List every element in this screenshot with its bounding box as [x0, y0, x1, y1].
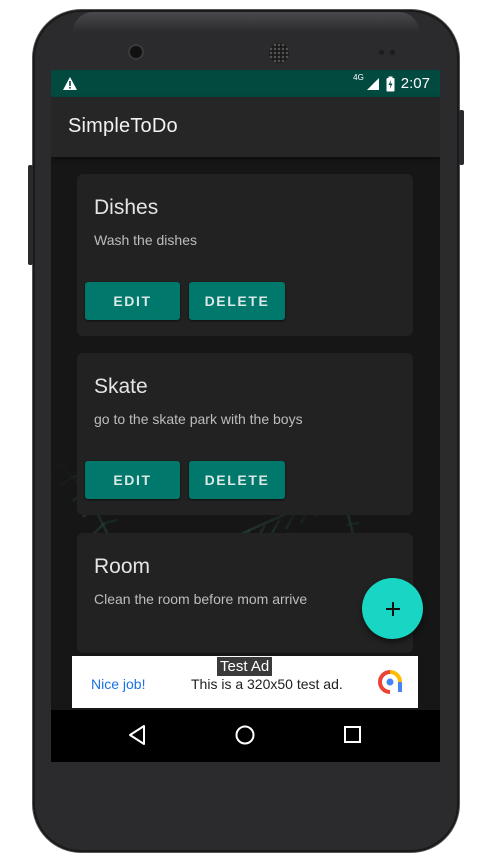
task-card: Skate go to the skate park with the boys…	[77, 353, 413, 515]
warning-icon	[63, 77, 77, 90]
earpiece-speaker	[269, 43, 289, 63]
edit-button[interactable]: EDIT	[85, 461, 180, 499]
navigation-bar	[51, 710, 440, 762]
add-task-button[interactable]	[362, 578, 423, 639]
task-description: go to the skate park with the boys	[94, 411, 303, 427]
front-camera	[130, 46, 142, 58]
ad-banner[interactable]: Test Ad Nice job! This is a 320x50 test …	[72, 656, 418, 708]
light-sensor	[390, 50, 395, 55]
power-button	[459, 110, 464, 165]
network-type: 4G	[353, 73, 364, 82]
task-title: Dishes	[94, 196, 159, 219]
proximity-sensor	[379, 50, 384, 55]
ad-headline[interactable]: Nice job!	[91, 676, 145, 692]
admob-logo-icon	[377, 670, 402, 694]
app-title: SimpleToDo	[68, 115, 178, 137]
delete-button[interactable]: DELETE	[189, 282, 285, 320]
volume-button	[28, 165, 33, 265]
battery-icon	[386, 76, 395, 91]
back-icon[interactable]	[127, 724, 147, 746]
clock: 2:07	[400, 75, 430, 92]
status-bar: 4G 2:07	[51, 70, 440, 97]
task-description: Wash the dishes	[94, 232, 197, 248]
signal-icon	[366, 77, 379, 90]
home-icon[interactable]	[234, 724, 256, 746]
recents-icon[interactable]	[343, 724, 363, 746]
ad-text: This is a 320x50 test ad.	[191, 676, 343, 692]
task-card: Room Clean the room before mom arrive	[77, 533, 413, 653]
task-description: Clean the room before mom arrive	[94, 591, 308, 607]
task-title: Skate	[94, 375, 148, 398]
status-icons: 4G 2:07	[353, 70, 430, 97]
edit-button[interactable]: EDIT	[85, 282, 180, 320]
delete-button[interactable]: DELETE	[189, 461, 285, 499]
app-bar: SimpleToDo	[51, 97, 440, 157]
plus-icon	[385, 601, 400, 616]
ad-tag: Test Ad	[217, 657, 273, 676]
task-card: Dishes Wash the dishes EDIT DELETE	[77, 174, 413, 336]
task-title: Room	[94, 555, 151, 578]
phone-top-bezel	[73, 12, 419, 32]
screen: 4G 2:07 SimpleToDo Dishes Wash the dishe…	[51, 70, 440, 762]
